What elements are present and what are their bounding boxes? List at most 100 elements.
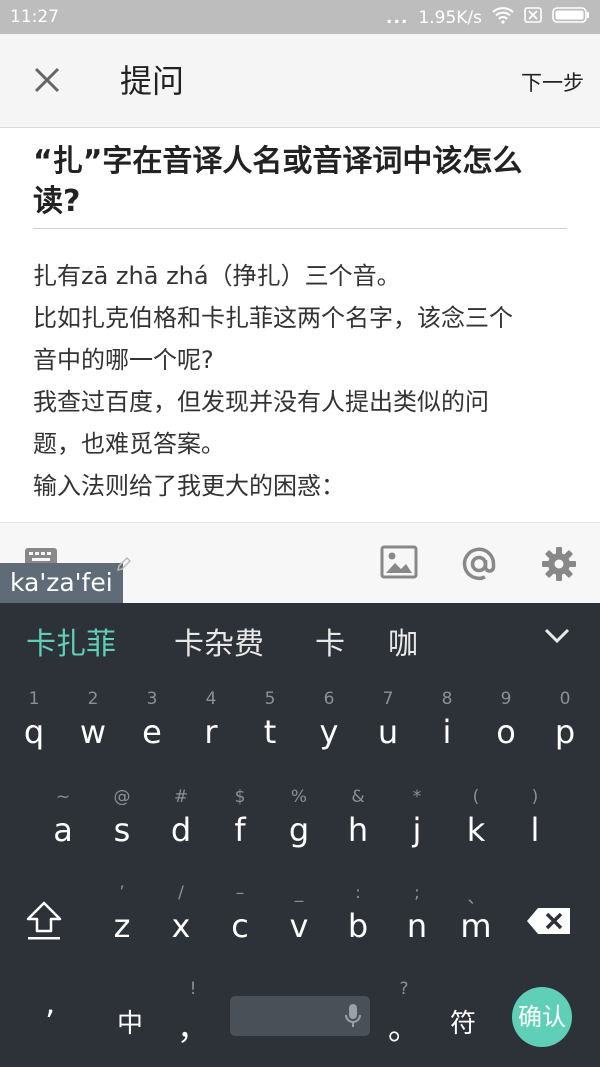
app-bar: 提问 下一步 xyxy=(0,34,600,128)
key-chinese-mode[interactable]: 中 xyxy=(100,979,160,1069)
key-sub: 7 xyxy=(382,689,394,709)
key-sub: % xyxy=(290,787,308,807)
key-label: g xyxy=(288,811,310,849)
at-icon[interactable] xyxy=(460,545,500,585)
key-label: n xyxy=(406,907,428,945)
key-sub: 5 xyxy=(264,689,276,709)
key-k[interactable]: (k xyxy=(446,787,506,877)
key-period[interactable]: ?。 xyxy=(374,979,434,1069)
key-label: y xyxy=(319,713,339,751)
pencil-icon[interactable] xyxy=(116,556,132,576)
key-label: q xyxy=(23,713,45,751)
page-title: 提问 xyxy=(120,62,185,100)
key-sub: $ xyxy=(234,787,246,807)
candidate-2[interactable]: 卡杂费 xyxy=(174,619,264,663)
key-l[interactable]: ) l xyxy=(505,787,565,877)
key-sub: / xyxy=(178,883,184,903)
key-label: ’ xyxy=(44,1003,56,1041)
key-x[interactable]: / x xyxy=(151,883,211,973)
key-sub: 4 xyxy=(205,689,217,709)
key-label: f xyxy=(234,811,246,849)
key-label: a xyxy=(53,811,73,849)
key-label: r xyxy=(204,713,218,751)
question-body-field[interactable]: 扎有zā zhā zhá（挣扎）三个音。 比如扎克伯格和卡扎菲这两个名字，该念三… xyxy=(33,255,573,507)
key-sub: # xyxy=(173,787,189,807)
microphone-icon[interactable] xyxy=(344,1003,362,1033)
key-g[interactable]: % g xyxy=(269,787,329,877)
key-u[interactable]: 7u xyxy=(358,689,418,779)
key-f[interactable]: $ f xyxy=(210,787,270,877)
next-step-button[interactable]: 下一步 xyxy=(521,67,584,97)
candidate-3[interactable]: 卡 xyxy=(315,619,345,663)
status-right: ... 1.95K/s xyxy=(386,6,590,29)
key-label: t xyxy=(263,713,277,751)
key-a[interactable]: ~ a xyxy=(33,787,93,877)
key-o[interactable]: 9o xyxy=(476,689,536,779)
body-line: 我查过百度，但发现并没有人提出类似的问 xyxy=(33,388,489,416)
key-sub: ; xyxy=(414,883,420,903)
key-sub: ( xyxy=(472,787,480,807)
chevron-down-icon[interactable] xyxy=(544,627,570,649)
key-sub: ? xyxy=(399,979,409,999)
key-label: h xyxy=(347,811,369,849)
key-label: o xyxy=(496,713,516,751)
key-s[interactable]: @ s xyxy=(92,787,152,877)
key-label: l xyxy=(530,811,540,849)
question-title-field[interactable]: “扎”字在音译人名或音译词中该怎么读? xyxy=(33,142,568,222)
body-line: 比如扎克伯格和卡扎菲这两个名字，该念三个 xyxy=(33,304,513,332)
key-w[interactable]: 2w xyxy=(63,689,123,779)
candidate-1[interactable]: 卡扎菲 xyxy=(26,619,116,663)
key-label: 。 xyxy=(387,1009,420,1047)
key-i[interactable]: 8i xyxy=(417,689,477,779)
key-y[interactable]: 6y xyxy=(299,689,359,779)
key-sub: ) xyxy=(531,787,539,807)
candidate-4[interactable]: 咖 xyxy=(388,619,418,663)
key-sub: ’ xyxy=(119,883,125,903)
key-sub: 6 xyxy=(323,689,335,709)
key-comma[interactable]: !， xyxy=(163,979,223,1069)
key-n[interactable]: ; n xyxy=(387,883,447,973)
key-sub: 3 xyxy=(146,689,158,709)
key-sub: : xyxy=(355,883,361,903)
status-dots: ... xyxy=(386,7,409,28)
key-sub: 8 xyxy=(441,689,453,709)
key-sub: * xyxy=(412,787,422,807)
key-d[interactable]: # d xyxy=(151,787,211,877)
key-sub: ! xyxy=(189,979,197,999)
close-icon[interactable] xyxy=(30,63,64,97)
key-c[interactable]: – c xyxy=(210,883,270,973)
key-sub: & xyxy=(351,787,365,807)
backspace-icon[interactable] xyxy=(526,906,576,940)
key-label: p xyxy=(554,713,576,751)
key-apostrophe[interactable]: ’ xyxy=(20,979,80,1069)
key-z[interactable]: ’ z xyxy=(92,883,152,973)
key-m[interactable]: 、 m xyxy=(446,883,506,973)
key-r[interactable]: 4r xyxy=(181,689,241,779)
key-sub: _ xyxy=(294,883,304,903)
confirm-button[interactable]: 确认 xyxy=(512,987,572,1047)
gear-icon[interactable] xyxy=(540,545,580,585)
body-line: 输入法则给了我更大的困惑： xyxy=(33,472,345,500)
key-label: k xyxy=(466,811,486,849)
key-label: m xyxy=(460,907,492,945)
key-h[interactable]: & h xyxy=(328,787,388,877)
image-icon[interactable] xyxy=(380,545,420,585)
key-label: x xyxy=(171,907,191,945)
key-sub: 、 xyxy=(467,888,485,908)
key-v[interactable]: _ v xyxy=(269,883,329,973)
body-line: 扎有zā zhā zhá（挣扎）三个音。 xyxy=(33,262,401,290)
key-label: d xyxy=(170,811,192,849)
key-j[interactable]: * j xyxy=(387,787,447,877)
key-symbols[interactable]: 符 xyxy=(433,979,493,1069)
shift-icon[interactable] xyxy=(24,899,74,945)
no-sim-icon xyxy=(524,7,542,28)
divider xyxy=(33,228,567,229)
key-p[interactable]: 0p xyxy=(535,689,595,779)
key-t[interactable]: 5t xyxy=(240,689,300,779)
battery-icon xyxy=(552,7,590,28)
key-sub: – xyxy=(235,883,245,903)
key-q[interactable]: 1q xyxy=(4,689,64,779)
key-e[interactable]: 3e xyxy=(122,689,182,779)
soft-keyboard: 卡扎菲 卡杂费 卡 咖 1q 2w 3e 4r 5t 6y 7u 8i 9o 0… xyxy=(0,603,600,1067)
key-b[interactable]: :b xyxy=(328,883,388,973)
